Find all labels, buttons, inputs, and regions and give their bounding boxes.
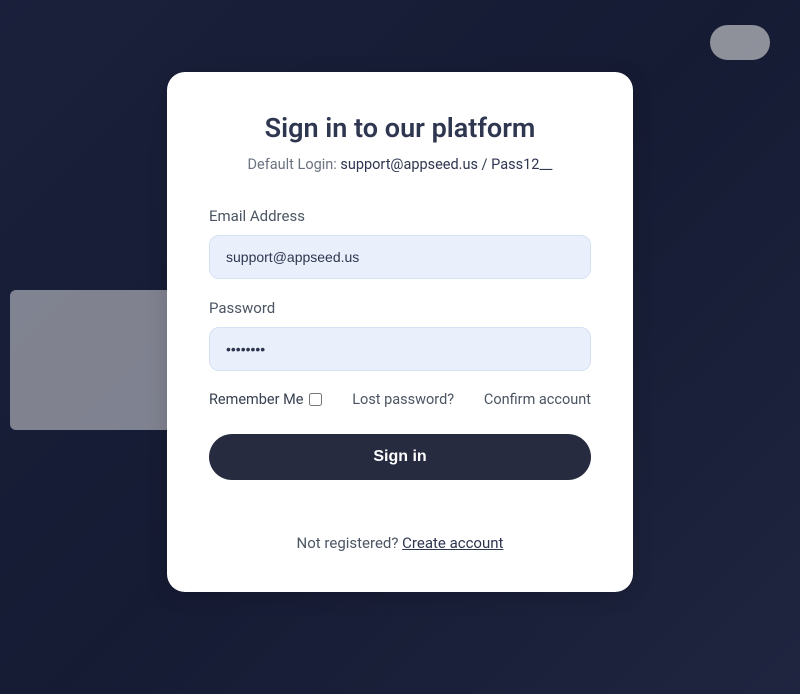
signin-card: Sign in to our platform Default Login: s… [167,72,633,592]
hint-credentials: support@appseed.us / Pass12__ [340,156,552,173]
options-row: Remember Me Lost password? Confirm accou… [209,391,591,408]
signin-button[interactable]: Sign in [209,434,591,480]
hint-prefix: Default Login: [248,156,341,173]
remember-me-checkbox[interactable] [309,393,322,406]
password-field[interactable] [209,327,591,371]
background-shape [710,25,770,60]
email-group: Email Address [209,207,591,279]
confirm-account-link[interactable]: Confirm account [484,391,591,408]
page-title: Sign in to our platform [209,112,591,144]
default-login-hint: Default Login: support@appseed.us / Pass… [209,156,591,173]
create-account-link[interactable]: Create account [402,534,503,552]
remember-me-label[interactable]: Remember Me [209,391,322,408]
email-field[interactable] [209,235,591,279]
lost-password-link[interactable]: Lost password? [352,391,454,408]
footer-text: Not registered? [297,534,403,552]
signup-footer: Not registered? Create account [209,534,591,552]
password-group: Password [209,299,591,371]
remember-me-text: Remember Me [209,391,303,408]
email-label: Email Address [209,207,591,225]
password-label: Password [209,299,591,317]
